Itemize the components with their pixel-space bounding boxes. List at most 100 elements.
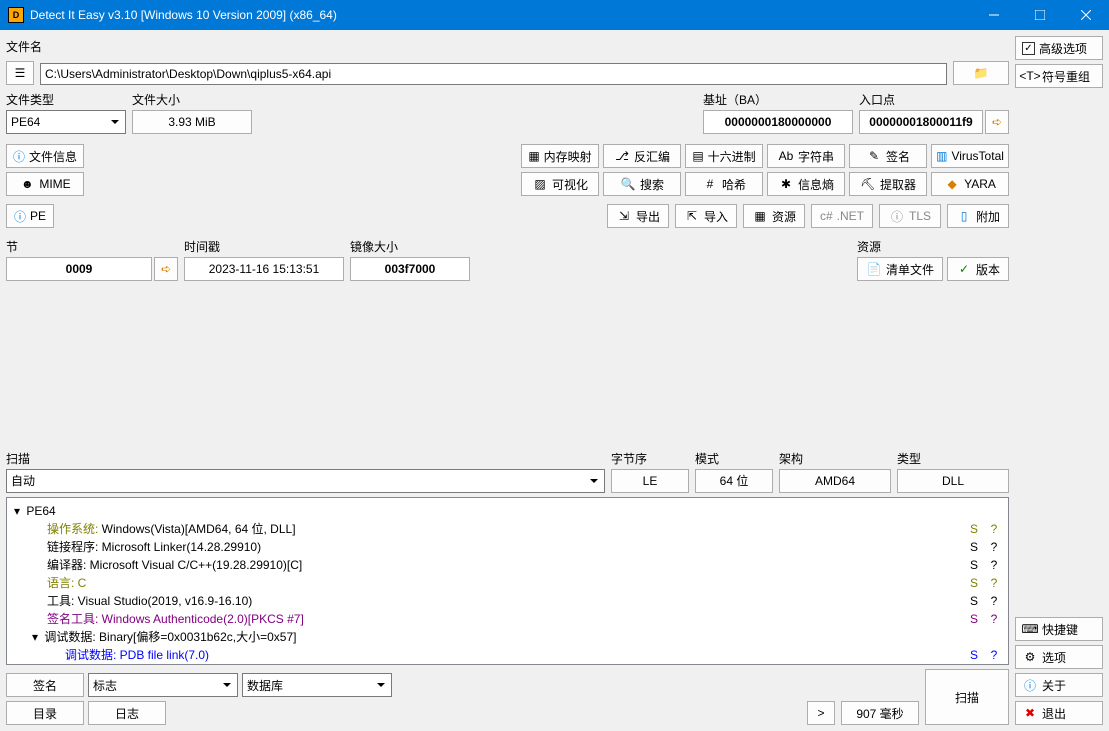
eye-icon: ▨: [532, 176, 548, 192]
info-icon: ⓘ: [889, 208, 905, 224]
manifest-button[interactable]: 📄清单文件: [857, 257, 943, 281]
open-file-button[interactable]: 📁: [953, 61, 1009, 85]
advanced-checkbox[interactable]: ✓高级选项: [1015, 36, 1103, 60]
mode-label: 模式: [695, 448, 773, 469]
close-icon: ✖: [1022, 705, 1038, 721]
type-button[interactable]: DLL: [897, 469, 1009, 493]
collapse-icon[interactable]: ▾: [11, 502, 23, 520]
import-icon: ⇱: [684, 208, 700, 224]
entrypoint-goto-button[interactable]: ➪: [985, 110, 1009, 134]
scan-button[interactable]: 扫描: [925, 669, 1009, 725]
database-combo[interactable]: 数据库: [242, 673, 392, 697]
entrypoint-label: 入口点: [859, 89, 1009, 110]
mode-button[interactable]: 64 位: [695, 469, 773, 493]
scan-label: 扫描: [6, 448, 605, 469]
manifest-icon: 📄: [866, 261, 882, 277]
directory-button[interactable]: 目录: [6, 701, 84, 725]
filesize-button[interactable]: 3.93 MiB: [132, 110, 252, 134]
disasm-button[interactable]: ⎇反汇编: [603, 144, 681, 168]
log-button[interactable]: 日志: [88, 701, 166, 725]
gear-icon: ⚙: [1022, 649, 1038, 665]
about-button[interactable]: ⓘ关于: [1015, 673, 1103, 697]
collapse-icon[interactable]: ▾: [29, 628, 41, 646]
type-label: 类型: [897, 448, 1009, 469]
export-icon: ⇲: [616, 208, 632, 224]
version-button[interactable]: ✓版本: [947, 257, 1009, 281]
maximize-button[interactable]: [1017, 0, 1063, 30]
tls-button[interactable]: ⓘTLS: [879, 204, 941, 228]
filepath-input[interactable]: C:\Users\Administrator\Desktop\Down\qipl…: [40, 63, 947, 85]
search-button[interactable]: 🔍搜索: [603, 172, 681, 196]
list-icon: ☰: [15, 65, 26, 81]
section-goto-button[interactable]: ➪: [154, 257, 178, 281]
yara-button[interactable]: ◆YARA: [931, 172, 1009, 196]
filetype-combo[interactable]: PE64: [6, 110, 126, 134]
expand-button[interactable]: >: [807, 701, 835, 725]
timestamp-field[interactable]: 2023-11-16 15:13:51: [184, 257, 344, 281]
baseaddr-label: 基址（BA）: [703, 89, 853, 110]
tag-icon: <T>: [1022, 68, 1038, 84]
import-button[interactable]: ⇱导入: [675, 204, 737, 228]
visualize-button[interactable]: ▨可视化: [521, 172, 599, 196]
arch-button[interactable]: AMD64: [779, 469, 891, 493]
check-icon: ✓: [956, 261, 972, 277]
baseaddr-field[interactable]: 0000000180000000: [703, 110, 853, 134]
scan-results-tree[interactable]: ▾ PE64 操作系统: Windows(Vista)[AMD64, 64 位,…: [6, 497, 1009, 666]
memmap-button[interactable]: ▦内存映射: [521, 144, 599, 168]
pe-button[interactable]: ⓘPE: [6, 204, 54, 228]
shortcuts-button[interactable]: ⌨快捷键: [1015, 617, 1103, 641]
mime-button[interactable]: ☻MIME: [6, 172, 84, 196]
info-icon: ⓘ: [13, 148, 25, 164]
resources-button[interactable]: ▦资源: [743, 204, 805, 228]
csharp-icon: c#: [820, 209, 833, 223]
filesize-label: 文件大小: [132, 89, 252, 110]
hex-icon: ▤: [692, 148, 703, 164]
flags-combo[interactable]: 标志: [88, 673, 238, 697]
title-bar: D Detect It Easy v3.10 [Windows 10 Versi…: [0, 0, 1109, 30]
info-icon: ⓘ: [14, 208, 26, 224]
memory-icon: ▦: [528, 148, 539, 164]
minimize-button[interactable]: [971, 0, 1017, 30]
info-icon: ⓘ: [1022, 677, 1038, 693]
endian-label: 字节序: [611, 448, 689, 469]
disasm-icon: ⎇: [614, 148, 630, 164]
elapsed-field: 907 毫秒: [841, 701, 919, 725]
resource-icon: ▦: [752, 208, 768, 224]
endian-button[interactable]: LE: [611, 469, 689, 493]
close-button[interactable]: [1063, 0, 1109, 30]
imagesize-label: 镜像大小: [350, 236, 470, 257]
file-list-button[interactable]: ☰: [6, 61, 34, 85]
overlay-button[interactable]: ▯附加: [947, 204, 1009, 228]
hex-button[interactable]: ▤十六进制: [685, 144, 763, 168]
app-logo-icon: D: [8, 7, 24, 23]
section-label: 节: [6, 236, 178, 257]
search-icon: 🔍: [620, 176, 636, 192]
vt-icon: ▥: [936, 148, 947, 164]
keyboard-icon: ⌨: [1022, 621, 1038, 637]
hash-button[interactable]: #哈希: [685, 172, 763, 196]
timestamp-label: 时间戳: [184, 236, 344, 257]
export-button[interactable]: ⇲导出: [607, 204, 669, 228]
signatures-button[interactable]: 签名: [6, 673, 84, 697]
exit-button[interactable]: ✖退出: [1015, 701, 1103, 725]
collapse-icon[interactable]: ▾: [29, 664, 41, 666]
pen-icon: ✎: [866, 148, 882, 164]
options-button[interactable]: ⚙选项: [1015, 645, 1103, 669]
window-title: Detect It Easy v3.10 [Windows 10 Version…: [30, 8, 971, 22]
arch-label: 架构: [779, 448, 891, 469]
filename-label: 文件名: [6, 36, 1009, 57]
overlay-icon: ▯: [956, 208, 972, 224]
virustotal-button[interactable]: ▥VirusTotal: [931, 144, 1009, 168]
strings-button[interactable]: Ab字符串: [767, 144, 845, 168]
entrypoint-field[interactable]: 00000001800011f9: [859, 110, 983, 134]
fileinfo-button[interactable]: ⓘ文件信息: [6, 144, 84, 168]
entropy-button[interactable]: ✱信息熵: [767, 172, 845, 196]
symbolgroup-button[interactable]: <T>符号重组: [1015, 64, 1103, 88]
section-field[interactable]: 0009: [6, 257, 152, 281]
imagesize-field[interactable]: 003f7000: [350, 257, 470, 281]
strings-icon: Ab: [778, 148, 794, 164]
extractor-button[interactable]: ⛏提取器: [849, 172, 927, 196]
signature-button[interactable]: ✎签名: [849, 144, 927, 168]
scanmode-combo[interactable]: 自动: [6, 469, 605, 493]
net-button[interactable]: c#.NET: [811, 204, 873, 228]
